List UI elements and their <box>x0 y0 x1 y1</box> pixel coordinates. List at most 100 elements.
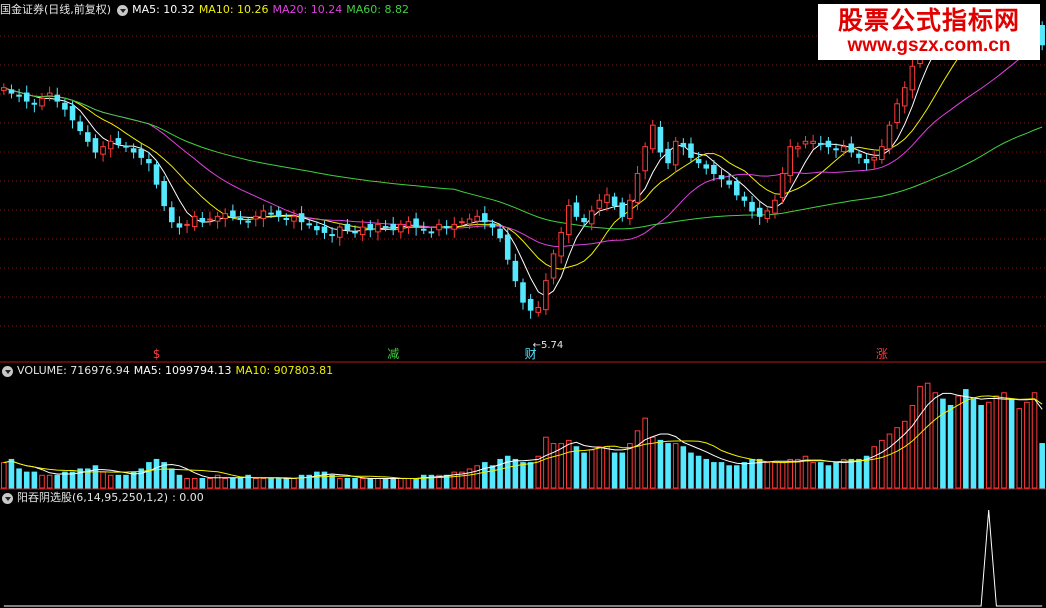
volume-bar <box>955 395 961 489</box>
volume-bar <box>230 477 236 489</box>
candle-down <box>268 212 274 215</box>
volume-bar <box>840 458 847 489</box>
candle-up <box>642 146 648 172</box>
candle-down <box>382 226 389 229</box>
volume-bar <box>512 458 519 489</box>
volume-bar <box>8 458 15 489</box>
candle-down <box>413 218 419 228</box>
volume-bar <box>879 439 885 489</box>
volume-bar <box>558 443 564 489</box>
candle-down <box>512 260 519 282</box>
candle-down <box>573 202 580 217</box>
candle-up <box>466 218 473 225</box>
candle-down <box>352 231 358 234</box>
volume-bar <box>596 446 603 489</box>
chevron-down-icon[interactable] <box>2 492 13 504</box>
volume-bar <box>268 477 274 489</box>
volume-bar <box>390 477 396 489</box>
candle-up <box>405 221 412 228</box>
indicator-label: 阳吞阴选股(6,14,95,250,1,2) <box>17 491 169 504</box>
candle-up <box>191 215 198 228</box>
volume-bar <box>115 474 122 489</box>
volume-bar <box>795 458 801 489</box>
volume-panel-header: VOLUME: 716976.94 MA5: 1099794.13 MA10: … <box>0 363 333 379</box>
volume-bar <box>283 477 290 489</box>
candle-down <box>520 282 526 303</box>
volume-bar <box>680 446 687 489</box>
chevron-down-icon[interactable] <box>2 365 13 377</box>
candle-up <box>222 213 229 219</box>
candle-down <box>756 207 763 217</box>
candle-up <box>795 146 801 150</box>
candle-up <box>451 223 458 230</box>
volume-bar <box>1001 392 1007 489</box>
volume-bar <box>672 443 679 489</box>
candle-down <box>367 223 374 231</box>
candle-down <box>428 231 435 234</box>
volume-bar <box>153 458 160 489</box>
candle-down <box>711 164 717 174</box>
volume-bar <box>191 477 198 489</box>
candle-down <box>230 210 236 217</box>
volume-bar <box>634 430 641 489</box>
volume-bar <box>184 477 190 489</box>
candle-down <box>657 126 664 153</box>
volume-bar <box>810 462 816 489</box>
volume-bar <box>336 477 343 489</box>
candle-down <box>153 164 160 185</box>
candle-down <box>741 196 748 201</box>
volume-bar <box>970 398 977 489</box>
candle-down <box>31 102 38 105</box>
volume-bar <box>833 462 839 489</box>
candle-down <box>665 148 671 164</box>
volume-bar <box>466 468 473 489</box>
volume-bar <box>963 389 969 489</box>
volume-bar <box>344 477 351 489</box>
volume-bar <box>779 462 786 489</box>
ma5-line <box>3 30 1043 297</box>
candle-up <box>879 146 885 161</box>
candle-down <box>420 228 427 231</box>
volume-bar <box>398 477 404 489</box>
indicator-panel-header: 阳吞阴选股(6,14,95,250,1,2) : 0.00 <box>0 490 204 506</box>
candle-down <box>733 181 740 196</box>
candle-up <box>100 146 106 155</box>
volume-ma5-label: MA5: 1099794.13 <box>133 364 232 377</box>
candle-down <box>344 223 351 231</box>
candle-up <box>604 194 610 203</box>
candle-down <box>85 132 91 142</box>
candle-down <box>688 143 694 158</box>
ma60-label: MA60: 8.82 <box>346 3 409 16</box>
candle-down <box>23 92 30 102</box>
volume-bar <box>382 477 389 489</box>
volume-bar <box>733 465 740 489</box>
candle-up <box>909 65 916 91</box>
chevron-down-icon[interactable] <box>117 4 129 16</box>
candle-down <box>848 143 855 153</box>
candle-up <box>558 231 564 257</box>
candle-up <box>779 172 786 199</box>
moving-average-lines <box>3 30 1043 297</box>
volume-bar <box>405 477 412 489</box>
volume-bar <box>764 462 771 489</box>
volume-bar <box>909 404 916 489</box>
candle-down <box>856 153 862 158</box>
volume-bar <box>932 392 939 489</box>
candle-up <box>840 146 847 152</box>
candle-down <box>54 94 61 102</box>
volume-bar <box>39 474 45 489</box>
ma20-line <box>3 41 1043 248</box>
volume-bar <box>657 439 664 489</box>
signal-markers: $ 减财涨←5.74 <box>153 340 888 361</box>
stock-chart[interactable]: $ 减财涨←5.74 <box>0 0 1046 608</box>
candle-up <box>260 210 267 219</box>
candle-down <box>283 217 290 220</box>
volume-bar <box>222 477 229 489</box>
candle-up <box>787 146 794 177</box>
volume-bar <box>543 436 549 489</box>
volume-bar <box>367 477 374 489</box>
candle-down <box>130 148 137 153</box>
candle-down <box>482 213 488 223</box>
candle-up <box>359 226 366 236</box>
volume-bar <box>54 474 61 489</box>
